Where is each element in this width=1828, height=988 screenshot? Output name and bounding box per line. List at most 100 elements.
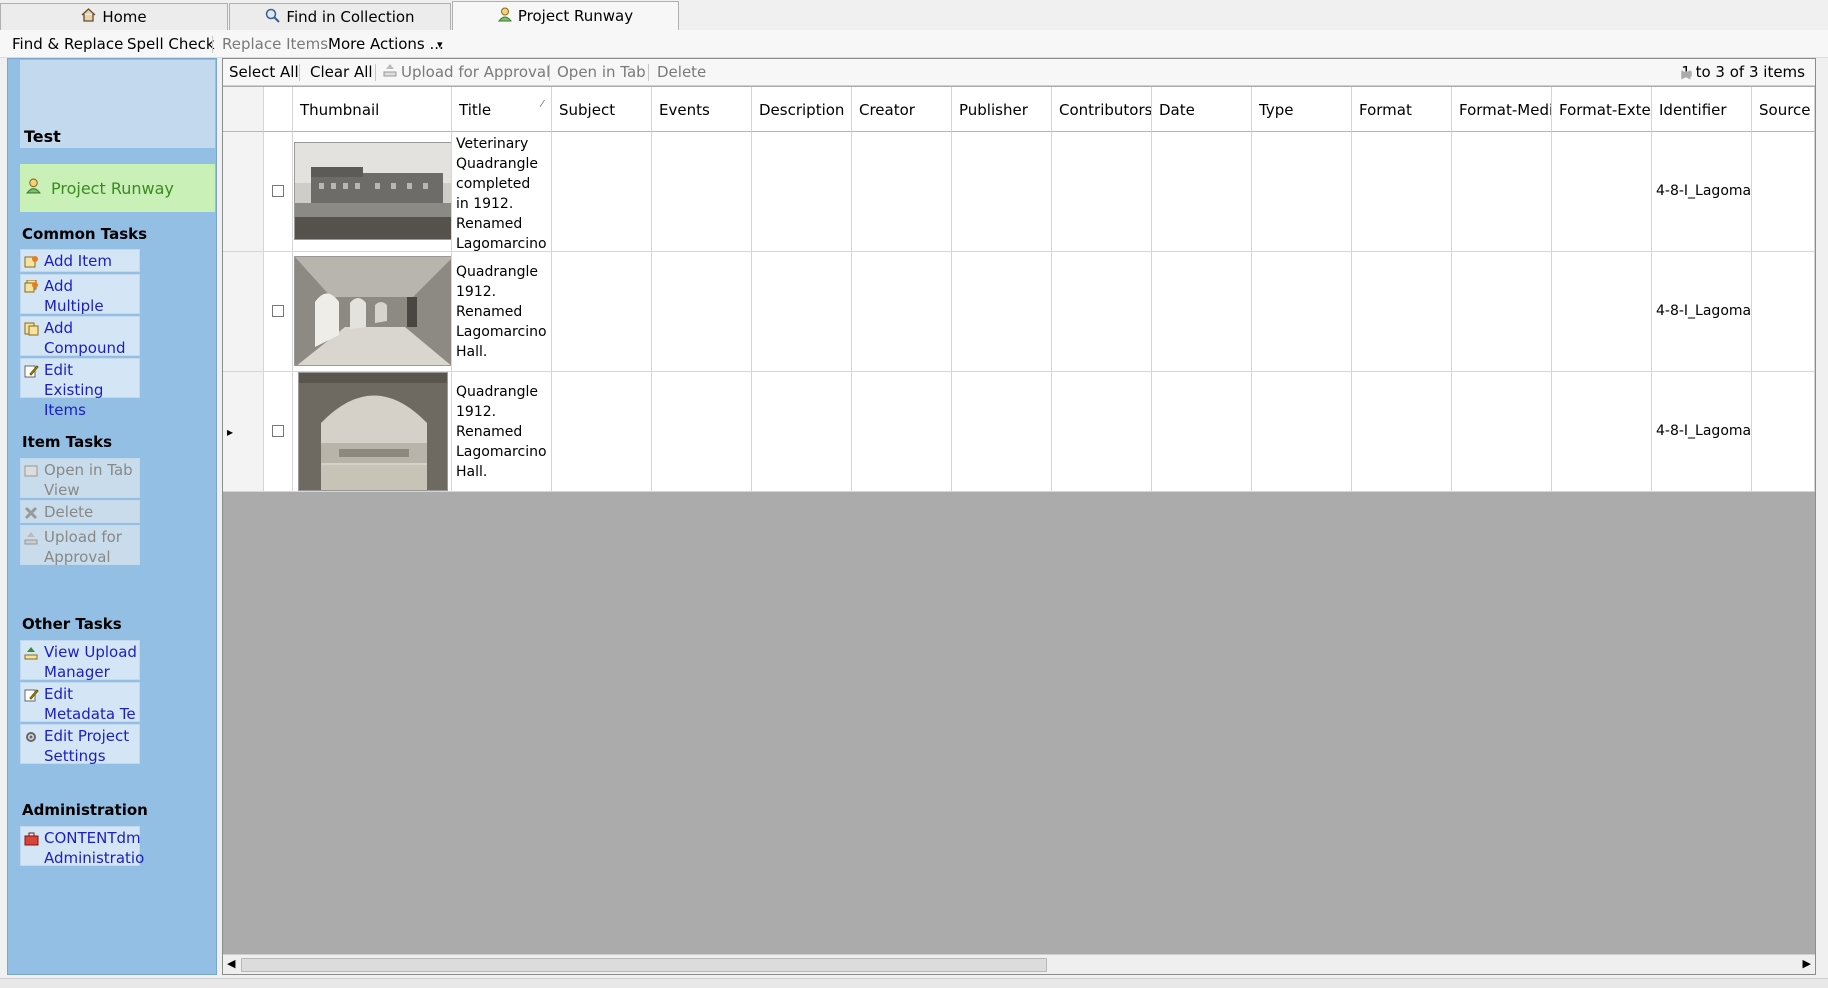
scroll-left-icon[interactable]: ◀ [227, 957, 235, 970]
spell-check-menu[interactable]: Spell Check [127, 35, 215, 53]
type-cell[interactable] [1252, 372, 1352, 492]
format-cell[interactable] [1352, 252, 1452, 372]
subject-cell[interactable] [552, 252, 652, 372]
column-header-thumbnail[interactable]: Thumbnail [293, 87, 452, 132]
contentdm-administration-label: CONTENTdm Administratio [44, 829, 145, 867]
description-cell[interactable] [752, 372, 852, 492]
creator-cell[interactable] [852, 252, 952, 372]
publisher-cell[interactable] [952, 132, 1052, 252]
row-header[interactable]: ▸ [223, 372, 264, 492]
find-replace-menu[interactable]: Find & Replace [12, 35, 123, 53]
horizontal-scrollbar[interactable]: ◀ ▶ [223, 954, 1815, 974]
row-checkbox[interactable] [272, 425, 284, 437]
title-cell[interactable]: Veterinary Quadrangle completed in 1912.… [452, 132, 552, 252]
subject-cell[interactable] [552, 132, 652, 252]
tab-project-runway[interactable]: Project Runway [452, 1, 679, 30]
description-cell[interactable] [752, 132, 852, 252]
thumbnail-image[interactable] [298, 372, 448, 491]
pager-text: 1 to 3 of 3 items [1681, 63, 1805, 81]
contributors-cell[interactable] [1052, 372, 1152, 492]
source-cell[interactable] [1752, 252, 1815, 372]
contentdm-administration-button[interactable]: CONTENTdm Administratio [20, 826, 144, 867]
column-header-creator[interactable]: Creator [852, 87, 952, 132]
format-medium-cell[interactable] [1452, 372, 1552, 492]
column-header-description[interactable]: Description [752, 87, 852, 132]
replace-items-menu[interactable]: Replace Items [222, 35, 328, 53]
column-header-contributors[interactable]: Contributors [1052, 87, 1152, 132]
thumbnail-cell [293, 252, 452, 372]
date-cell[interactable] [1152, 372, 1252, 492]
publisher-cell[interactable] [952, 252, 1052, 372]
creator-cell[interactable] [852, 372, 952, 492]
checkbox-column-header[interactable] [264, 87, 293, 132]
more-actions-menu[interactable]: More Actions ... [328, 35, 444, 53]
delete-button[interactable]: Delete [657, 63, 706, 81]
format-cell[interactable] [1352, 132, 1452, 252]
description-cell[interactable] [752, 252, 852, 372]
project-badge[interactable]: Project Runway [20, 164, 215, 212]
creator-cell[interactable] [852, 132, 952, 252]
publisher-cell[interactable] [952, 372, 1052, 492]
identifier-cell[interactable]: 4-8-I_Lagomar [1652, 252, 1752, 372]
column-header-title[interactable]: Title ⁄ [452, 87, 552, 132]
column-header-format[interactable]: Format [1352, 87, 1452, 132]
row-checkbox[interactable] [272, 305, 284, 317]
thumbnail-image[interactable] [294, 256, 452, 366]
add-multiple-items-button[interactable]: Add Multiple Items [20, 274, 140, 335]
events-cell[interactable] [652, 132, 752, 252]
identifier-cell[interactable]: 4-8-I_Lagomar [1652, 132, 1752, 252]
add-compound-button[interactable]: Add Compound [20, 316, 140, 357]
edit-project-settings-button[interactable]: Edit Project Settings [20, 724, 140, 765]
format-extent-cell[interactable] [1552, 372, 1652, 492]
column-header-source[interactable]: Source [1752, 87, 1815, 132]
date-cell[interactable] [1152, 252, 1252, 372]
last-page-icon[interactable]: ⏭ [1681, 67, 1692, 82]
format-medium-cell[interactable] [1452, 132, 1552, 252]
open-in-tab-button[interactable]: Open in Tab [557, 63, 646, 81]
scroll-right-icon[interactable]: ▶ [1803, 957, 1811, 970]
column-header-format-extent[interactable]: Format-Exten [1552, 87, 1652, 132]
contributors-cell[interactable] [1052, 252, 1152, 372]
thumbnail-image[interactable] [294, 142, 452, 240]
column-header-identifier[interactable]: Identifier [1652, 87, 1752, 132]
subject-cell[interactable] [552, 372, 652, 492]
events-cell[interactable] [652, 372, 752, 492]
events-cell[interactable] [652, 252, 752, 372]
title-cell[interactable]: Quadrangle 1912. Renamed Lagomarcino Hal… [452, 372, 552, 492]
delete-item-button[interactable]: Delete [20, 500, 140, 523]
column-header-events[interactable]: Events [652, 87, 752, 132]
tab-home[interactable]: Home [0, 3, 228, 30]
clear-all-button[interactable]: Clear All [310, 63, 373, 81]
column-header-subject[interactable]: Subject [552, 87, 652, 132]
column-header-format-medium[interactable]: Format-Mediu [1452, 87, 1552, 132]
format-medium-cell[interactable] [1452, 252, 1552, 372]
type-cell[interactable] [1252, 252, 1352, 372]
type-cell[interactable] [1252, 132, 1352, 252]
column-header-date[interactable]: Date [1152, 87, 1252, 132]
view-upload-manager-button[interactable]: View Upload Manager [20, 640, 140, 681]
row-header[interactable] [223, 132, 264, 252]
format-extent-cell[interactable] [1552, 132, 1652, 252]
upload-for-approval-button[interactable]: Upload for Approval [401, 63, 550, 81]
upload-for-approval-sidebar-button[interactable]: Upload for Approval [20, 525, 140, 566]
add-item-button[interactable]: Add Item [20, 249, 140, 272]
format-cell[interactable] [1352, 372, 1452, 492]
row-header[interactable] [223, 252, 264, 372]
edit-metadata-templates-button[interactable]: Edit Metadata Te [20, 682, 140, 723]
title-cell[interactable]: Quadrangle 1912. Renamed Lagomarcino Hal… [452, 252, 552, 372]
row-checkbox[interactable] [272, 185, 284, 197]
source-cell[interactable] [1752, 132, 1815, 252]
select-all-button[interactable]: Select All [229, 63, 299, 81]
format-extent-cell[interactable] [1552, 252, 1652, 372]
column-header-publisher[interactable]: Publisher [952, 87, 1052, 132]
chevron-down-icon[interactable]: ▾ [437, 38, 443, 51]
edit-existing-items-button[interactable]: Edit Existing Items [20, 358, 140, 419]
contributors-cell[interactable] [1052, 132, 1152, 252]
scrollbar-thumb[interactable] [241, 958, 1047, 972]
column-header-type[interactable]: Type [1252, 87, 1352, 132]
date-cell[interactable] [1152, 132, 1252, 252]
tab-find-in-collection[interactable]: Find in Collection [229, 3, 451, 30]
source-cell[interactable] [1752, 372, 1815, 492]
identifier-cell[interactable]: 4-8-I_Lagomar [1652, 372, 1752, 492]
open-in-tab-view-button[interactable]: Open in Tab View [20, 458, 140, 499]
